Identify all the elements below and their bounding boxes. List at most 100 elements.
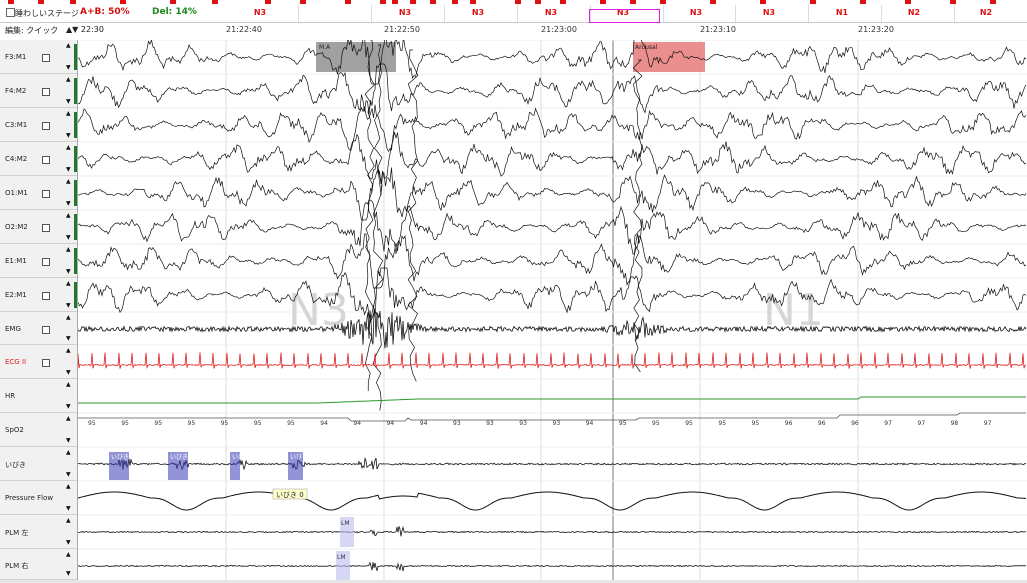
time-tick-label: 21:22:40 bbox=[226, 25, 262, 34]
channel-checkbox[interactable] bbox=[42, 156, 50, 164]
gain-down-icon[interactable]: ▼ bbox=[66, 98, 71, 105]
top-strip-mark bbox=[430, 0, 436, 4]
channel-checkbox[interactable] bbox=[42, 190, 50, 198]
gain-up-icon[interactable]: ▲ bbox=[66, 314, 71, 321]
edit-mode-label: 編集: クイック bbox=[5, 26, 59, 35]
gain-up-icon[interactable]: ▲ bbox=[66, 76, 71, 83]
channel-row[interactable]: F3:M1 ▲ ▼ bbox=[0, 40, 77, 74]
stage-label[interactable]: N1 bbox=[806, 8, 878, 17]
channel-active-bar bbox=[74, 282, 77, 308]
channel-checkbox[interactable] bbox=[42, 258, 50, 266]
channel-checkbox[interactable] bbox=[42, 325, 50, 334]
channel-active-bar bbox=[74, 214, 77, 240]
gain-up-icon[interactable]: ▲ bbox=[66, 246, 71, 253]
gain-up-icon[interactable]: ▲ bbox=[66, 517, 71, 524]
eeg-trace bbox=[78, 199, 1027, 255]
gain-up-icon[interactable]: ▲ bbox=[66, 381, 71, 388]
selected-epoch-outline bbox=[589, 9, 660, 23]
gain-up-icon[interactable]: ▲ bbox=[66, 212, 71, 219]
spo2-value: 94 bbox=[320, 420, 328, 427]
channel-row[interactable]: Pressure Flow ▲ ▼ bbox=[0, 481, 77, 515]
channel-row[interactable]: E2:M1 ▲ ▼ bbox=[0, 278, 77, 312]
top-strip-mark bbox=[170, 0, 176, 4]
channel-checkbox[interactable] bbox=[42, 122, 50, 130]
eeg-trace bbox=[78, 233, 1027, 289]
gain-down-icon[interactable]: ▼ bbox=[66, 539, 71, 546]
channel-row[interactable]: いびき ▲ ▼ bbox=[0, 447, 77, 481]
top-strip-mark bbox=[710, 0, 716, 4]
channel-name: HR bbox=[5, 392, 16, 400]
stage-label[interactable]: N2 bbox=[878, 8, 950, 17]
gain-down-icon[interactable]: ▼ bbox=[66, 166, 71, 173]
channel-checkbox[interactable] bbox=[42, 292, 50, 300]
channel-row[interactable]: C4:M2 ▲ ▼ bbox=[0, 142, 77, 176]
gain-down-icon[interactable]: ▼ bbox=[66, 302, 71, 309]
spo2-value: 98 bbox=[951, 420, 959, 427]
gain-up-icon[interactable]: ▲ bbox=[66, 449, 71, 456]
gain-down-icon[interactable]: ▼ bbox=[66, 369, 71, 376]
channel-row[interactable]: SpO2 ▲ ▼ bbox=[0, 413, 77, 447]
channel-checkbox[interactable] bbox=[42, 54, 50, 62]
gain-down-icon[interactable]: ▼ bbox=[66, 471, 71, 478]
stage-label[interactable]: N3 bbox=[515, 8, 587, 17]
gain-up-icon[interactable]: ▲ bbox=[66, 178, 71, 185]
channel-name: E1:M1 bbox=[5, 257, 27, 265]
channel-row[interactable]: HR ▲ ▼ bbox=[0, 379, 77, 413]
gain-down-icon[interactable]: ▼ bbox=[66, 335, 71, 342]
channel-row[interactable]: ECG II ▲ ▼ bbox=[0, 345, 77, 379]
channel-row[interactable]: E1:M1 ▲ ▼ bbox=[0, 244, 77, 278]
gain-up-icon[interactable]: ▲ bbox=[66, 347, 71, 354]
stage-label[interactable]: N2 bbox=[998, 8, 1027, 17]
gain-down-icon[interactable]: ▼ bbox=[66, 570, 71, 577]
spo2-value: 97 bbox=[984, 420, 992, 427]
spo2-value: 93 bbox=[553, 420, 561, 427]
gain-down-icon[interactable]: ▼ bbox=[66, 505, 71, 512]
stage-label[interactable]: N3 bbox=[369, 8, 441, 17]
ambiguous-stage-checkbox[interactable] bbox=[6, 8, 15, 17]
waveform-canvas: N3 N195 95 95 95 95 95 95 94 94 94 94 93 93 93 93 94 95 95… bbox=[78, 40, 1027, 580]
stage-label[interactable]: N3 bbox=[442, 8, 514, 17]
spo2-value: 94 bbox=[353, 420, 361, 427]
stage-label[interactable]: N3 bbox=[224, 8, 296, 17]
gain-down-icon[interactable]: ▼ bbox=[66, 403, 71, 410]
channel-row[interactable]: O2:M2 ▲ ▼ bbox=[0, 210, 77, 244]
channel-active-bar bbox=[74, 180, 77, 206]
gain-down-icon[interactable]: ▼ bbox=[66, 64, 71, 71]
channel-row[interactable]: O1:M1 ▲ ▼ bbox=[0, 176, 77, 210]
channel-checkbox[interactable] bbox=[42, 224, 50, 232]
gain-down-icon[interactable]: ▼ bbox=[66, 268, 71, 275]
eeg-trace bbox=[78, 63, 1027, 115]
top-strip-mark bbox=[760, 0, 766, 4]
gain-down-icon[interactable]: ▼ bbox=[66, 437, 71, 444]
gain-up-icon[interactable]: ▲ bbox=[66, 551, 71, 558]
channel-row[interactable]: F4:M2 ▲ ▼ bbox=[0, 74, 77, 108]
eeg-trace bbox=[78, 167, 1027, 221]
arousal-event-label: Arousal bbox=[635, 44, 658, 51]
gain-down-icon[interactable]: ▼ bbox=[66, 234, 71, 241]
snore-event-label: いびき bbox=[290, 453, 308, 461]
stage-row: 睡わしいステージ A+B: 50% Del: 14% N3 N3 N3 N3 N3 N3 N… bbox=[0, 5, 1027, 23]
gain-down-icon[interactable]: ▼ bbox=[66, 132, 71, 139]
gain-up-icon[interactable]: ▲ bbox=[66, 144, 71, 151]
gain-down-icon[interactable]: ▼ bbox=[66, 200, 71, 207]
spo2-value: 95 bbox=[685, 420, 693, 427]
channel-row[interactable]: C3:M1 ▲ ▼ bbox=[0, 108, 77, 142]
stage-label[interactable]: N3 bbox=[733, 8, 805, 17]
gain-up-icon[interactable]: ▲ bbox=[66, 415, 71, 422]
channel-row[interactable]: EMG ▲ ▼ bbox=[0, 312, 77, 345]
gain-up-icon[interactable]: ▲ bbox=[66, 110, 71, 117]
gain-up-icon[interactable]: ▲ bbox=[66, 280, 71, 287]
waveform-area[interactable]: N3 N1 95 95 95 95 95 95 95 94 94 94 94 93 93 93 93 94 95 95… bbox=[78, 40, 1027, 580]
channel-checkbox[interactable] bbox=[42, 359, 50, 367]
channel-checkbox[interactable] bbox=[42, 88, 50, 96]
gain-up-icon[interactable]: ▲ bbox=[66, 483, 71, 490]
snore-event-label: いびき bbox=[170, 453, 188, 461]
stage-label[interactable]: N3 bbox=[660, 8, 732, 17]
channel-row[interactable]: PLM 右 ▲ ▼ bbox=[0, 549, 77, 580]
channel-name: O1:M1 bbox=[5, 189, 28, 197]
channel-row[interactable]: PLM 左 ▲ ▼ bbox=[0, 515, 77, 549]
plm-trace bbox=[78, 525, 1027, 537]
stage-separator bbox=[443, 5, 445, 22]
time-scroll-arrows[interactable]: ▲▼ 22:30 bbox=[66, 25, 104, 34]
gain-up-icon[interactable]: ▲ bbox=[66, 42, 71, 49]
